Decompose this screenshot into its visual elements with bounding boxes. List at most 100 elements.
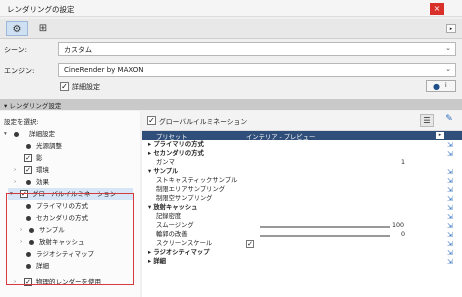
edit-icon[interactable]: ✎ xyxy=(442,114,456,127)
window-title: レンダリングの設定 xyxy=(7,5,75,14)
link-icon[interactable]: ⇲ xyxy=(447,186,456,194)
tree-item-label: 影 xyxy=(36,154,43,162)
contour-slider[interactable] xyxy=(260,235,390,237)
group-label: ▸ プライマリの方式 xyxy=(148,141,204,148)
parameters-header: ✓ グローバルイルミネーション ☰ ✎ xyxy=(142,111,462,131)
param-row-area[interactable]: 制限エリアサンプリング xyxy=(142,186,462,195)
tree-item-label: 詳細設定 xyxy=(29,130,55,138)
tree-item-label: 光源調整 xyxy=(36,142,62,150)
layout-icon[interactable]: ⊞ xyxy=(32,21,54,36)
teapot-icon: ● xyxy=(433,82,440,91)
gamma-value[interactable]: 1 xyxy=(401,159,405,168)
engine-label: エンジン: xyxy=(4,67,35,75)
scene-label: シーン: xyxy=(4,46,28,54)
param-row-detail[interactable]: ▸ 詳細 xyxy=(142,258,462,267)
group-label-text: ラジオシティマップ xyxy=(153,249,210,256)
link-icon[interactable]: ⇲ xyxy=(447,240,456,248)
scene-dropdown[interactable]: カスタム ⌄ xyxy=(58,42,456,56)
highlight-frame xyxy=(6,193,134,285)
param-label: 記録密度 xyxy=(156,213,182,220)
group-label-text: 放射キャッシュ xyxy=(153,204,198,211)
section-title-text: レンダリング設定 xyxy=(9,102,62,110)
preset-label: プリセット xyxy=(156,134,188,141)
group-label: ▸ ラジオシティマップ xyxy=(148,249,210,256)
preset-arrow-button[interactable]: ▸ xyxy=(436,132,444,139)
group-label-text: プライマリの方式 xyxy=(153,141,204,148)
info-icon: i xyxy=(445,82,447,89)
param-label: 制限エリアサンプリング xyxy=(156,186,226,193)
tree-heading: 設定を選択: xyxy=(4,118,39,126)
dot-icon xyxy=(14,132,19,137)
engine-dropdown[interactable]: CineRender by MAXON ⌄ xyxy=(58,63,456,77)
gi-enable-checkbox[interactable]: ✓ xyxy=(147,116,156,125)
link-icon[interactable]: ⇲ xyxy=(447,213,456,221)
chevron-down-icon: ⌄ xyxy=(445,65,451,73)
list-view-icon[interactable]: ☰ xyxy=(420,114,434,127)
close-button[interactable]: × xyxy=(430,3,444,15)
param-row-sample[interactable]: ▾ サンプル xyxy=(142,168,462,177)
scene-value: カスタム xyxy=(64,46,92,54)
param-label: ストキャスティックサンプル xyxy=(156,177,238,184)
shadow-checkbox[interactable]: ✓ xyxy=(24,154,32,162)
param-row-primary[interactable]: ▸ プライマリの方式 xyxy=(142,141,462,150)
title-bar: レンダリングの設定 × xyxy=(0,0,462,17)
render-settings-section[interactable]: ▾ レンダリング設定 xyxy=(0,99,462,110)
param-row-stochastic[interactable]: ストキャスティックサンプル xyxy=(142,177,462,186)
link-icon[interactable]: ⇲ xyxy=(447,258,456,266)
link-icon[interactable]: ⇲ xyxy=(447,150,456,158)
chevron-right-icon: › xyxy=(14,167,17,173)
group-label: ▾ サンプル xyxy=(148,168,179,175)
param-label: 制限空サンプリング xyxy=(156,195,213,202)
param-row-contour[interactable]: 輪郭の改善 0 xyxy=(142,231,462,240)
param-row-secondary[interactable]: ▸ セカンダリの方式 xyxy=(142,150,462,159)
detail-checkbox[interactable]: ✓ xyxy=(60,82,69,91)
link-icon[interactable]: ⇲ xyxy=(447,249,456,257)
section-title: ▾ レンダリング設定 xyxy=(4,102,62,110)
chevron-down-icon: ▾ xyxy=(4,131,7,137)
param-row-density[interactable]: 記録密度 xyxy=(142,213,462,222)
environment-checkbox[interactable]: ✓ xyxy=(24,166,32,174)
dot-icon xyxy=(26,180,31,185)
param-row-smoothing[interactable]: スムージング 100 xyxy=(142,222,462,231)
chevron-down-icon: ⌄ xyxy=(445,44,451,52)
tree-item-label: 効果 xyxy=(36,178,49,186)
link-icon[interactable]: ⇲ xyxy=(447,141,456,149)
parameters-heading: グローバルイルミネーション xyxy=(159,118,248,126)
param-row-sky[interactable]: 制限空サンプリング xyxy=(142,195,462,204)
group-label: ▾ 放射キャッシュ xyxy=(148,204,198,211)
group-label: ▸ セカンダリの方式 xyxy=(148,150,204,157)
toolbar-scroll-arrow[interactable]: ▸ xyxy=(446,24,456,33)
link-icon[interactable]: ⇲ xyxy=(447,222,456,230)
param-row-gamma[interactable]: ガンマ 1 xyxy=(142,159,462,168)
dot-icon xyxy=(26,144,31,149)
contour-value[interactable]: 0 xyxy=(401,231,405,240)
engine-value: CineRender by MAXON xyxy=(64,66,144,74)
link-icon[interactable]: ⇲ xyxy=(447,204,456,212)
chevron-right-icon: › xyxy=(14,179,17,185)
group-label: ▸ 詳細 xyxy=(148,258,166,265)
smoothing-value[interactable]: 100 xyxy=(392,222,404,231)
preset-value: インテリア - プレビュー xyxy=(246,134,316,141)
param-label: スクリーンスケール xyxy=(156,240,213,247)
smoothing-slider[interactable] xyxy=(260,226,390,228)
gear-icon[interactable]: ⚙ xyxy=(6,21,28,36)
group-label-text: セカンダリの方式 xyxy=(153,150,204,157)
param-label: ガンマ xyxy=(156,159,175,166)
render-options-button[interactable]: ● i xyxy=(426,80,456,92)
param-label: 輪郭の改善 xyxy=(156,231,188,238)
tree-item-label: 環境 xyxy=(36,166,49,174)
param-label: スムージング xyxy=(156,222,194,229)
param-row-radiosity[interactable]: ▸ ラジオシティマップ xyxy=(142,249,462,258)
param-row-screen-scale[interactable]: スクリーンスケール ✓ xyxy=(142,240,462,249)
group-label-text: サンプル xyxy=(153,168,179,175)
link-icon[interactable]: ⇲ xyxy=(447,195,456,203)
toolbar: ⚙ ⊞ ▸ xyxy=(0,19,462,39)
link-icon[interactable]: ⇲ xyxy=(447,231,456,239)
detail-label: 詳細設定 xyxy=(72,83,100,91)
param-row-irradiance[interactable]: ▾ 放射キャッシュ xyxy=(142,204,462,213)
link-icon[interactable]: ⇲ xyxy=(447,177,456,185)
group-label-text: 詳細 xyxy=(153,258,166,265)
screen-scale-checkbox[interactable]: ✓ xyxy=(246,240,254,248)
preset-row[interactable]: プリセット インテリア - プレビュー ▸ xyxy=(142,131,462,141)
link-icon[interactable]: ⇲ xyxy=(447,168,456,176)
